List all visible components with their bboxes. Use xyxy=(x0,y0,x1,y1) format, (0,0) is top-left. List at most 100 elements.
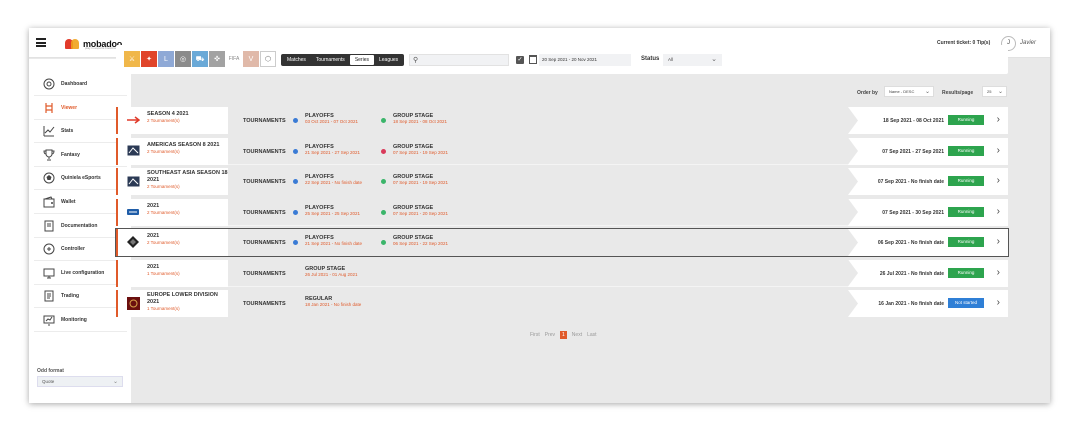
stage-1[interactable]: PLAYOFFS 03 Oct 2021 - 07 Oct 2021 xyxy=(305,113,358,125)
stage-2[interactable]: GROUP STAGE 07 Sep 2021 - 19 Sep 2021 xyxy=(393,144,448,156)
chevron-right-icon[interactable]: › xyxy=(997,236,1000,247)
series-row[interactable]: SOUTHEAST ASIA SEASON 18 2021 2 Tournamen… xyxy=(116,168,1008,195)
tournaments-band: TOURNAMENTS PLAYOFFS 21 Sep 2021 - No fini… xyxy=(228,229,858,256)
stage-2[interactable]: GROUP STAGE 07 Sep 2021 - 19 Sep 2021 xyxy=(393,174,448,186)
status-label: Status xyxy=(641,56,660,62)
stage-dot xyxy=(381,240,386,245)
stage-2[interactable]: GROUP STAGE 06 Sep 2021 - 22 Sep 2021 xyxy=(393,235,448,247)
sidebar-item-wallet[interactable]: Wallet xyxy=(34,191,127,214)
pager-prev[interactable]: Prev xyxy=(545,332,555,338)
tab-series[interactable]: Series xyxy=(349,55,374,65)
stage-2[interactable]: GROUP STAGE 07 Sep 2021 - 20 Sep 2021 xyxy=(393,205,448,217)
stage-1-dates: 22 Sep 2021 - No finish date xyxy=(305,180,363,185)
csgo-icon[interactable]: ✜ xyxy=(209,51,225,67)
stage-1[interactable]: PLAYOFFS 21 Sep 2021 - No finish date xyxy=(305,235,362,247)
stage-2-dates: 07 Sep 2021 - 19 Sep 2021 xyxy=(393,149,449,155)
sidebar-item-viewer[interactable]: Viewer xyxy=(34,97,127,120)
series-row[interactable]: 2021 2 Tournament(s) TOURNAMENTS PLAYOFFS 21… xyxy=(115,228,1009,257)
sidebar-item-documentation[interactable]: Documentation xyxy=(34,215,127,238)
starcraft-icon[interactable]: ✦ xyxy=(141,51,157,67)
stage-dot xyxy=(381,118,386,123)
sidebar-item-dashboard[interactable]: Dashboard xyxy=(34,73,127,96)
status-badge: Running xyxy=(948,237,984,247)
tournament-count[interactable]: 2 Tournament(s) xyxy=(147,210,229,216)
stage-1[interactable]: GROUP STAGE 26 Jul 2021 - 01 Aug 2021 xyxy=(305,266,358,278)
sidebar-item-stats[interactable]: Stats xyxy=(34,120,127,144)
series-row[interactable]: SEASON 4 2021 2 Tournament(s) TOURNAMENTS P… xyxy=(116,107,1008,134)
stage-1[interactable]: PLAYOFFS 25 Sep 2021 - 25 Sep 2021 xyxy=(305,205,360,217)
dashboard-icon xyxy=(43,78,55,90)
tournament-count[interactable]: 2 Tournament(s) xyxy=(147,184,229,190)
date-checkbox[interactable]: ✓ xyxy=(516,56,524,64)
username[interactable]: Javier xyxy=(1020,40,1036,46)
league-icon[interactable]: L xyxy=(158,51,174,67)
menu-icon[interactable] xyxy=(36,38,46,47)
fifa-icon[interactable]: FIFA xyxy=(226,51,242,67)
stage-2-dates: 07 Sep 2021 - 20 Sep 2021 xyxy=(393,210,449,216)
series-title: SEASON 4 2021 xyxy=(147,111,189,117)
sidebar-item-trading[interactable]: Trading xyxy=(34,285,127,309)
chevron-right-icon[interactable]: › xyxy=(997,267,1000,278)
stage-2-name: GROUP STAGE xyxy=(393,204,434,211)
pager-current[interactable]: 1 xyxy=(560,331,567,339)
tab-tournaments[interactable]: Tournaments xyxy=(311,55,350,65)
tab-leagues[interactable]: Leagues xyxy=(374,55,403,65)
sidebar-item-monitoring[interactable]: Monitoring xyxy=(34,309,127,332)
game-filter: ⚔ ✦ L ◎ ⛟ ✜ FIFA V ⬡ xyxy=(124,51,277,67)
series-dates: 18 Sep 2021 - 08 Oct 2021 xyxy=(883,118,944,124)
series-row[interactable]: 2021 1 Tournament(s) TOURNAMENTS GROUP STAG… xyxy=(116,259,1008,287)
stage-1[interactable]: PLAYOFFS 21 Sep 2021 - 27 Sep 2021 xyxy=(305,144,360,156)
series-row[interactable]: AMERICAS SEASON 8 2021 2 Tournament(s) TOU… xyxy=(116,137,1008,165)
valorant-icon[interactable]: V xyxy=(243,51,259,67)
tournament-count[interactable]: 1 Tournament(s) xyxy=(147,271,229,277)
sidebar-item-controller[interactable]: Controller xyxy=(34,238,127,262)
trading-icon xyxy=(43,290,55,302)
dota-icon[interactable]: ⚔ xyxy=(124,51,140,67)
tab-matches[interactable]: Matches xyxy=(282,55,311,65)
series-row[interactable]: 2021 2 Tournament(s) TOURNAMENTS PLAYOFFS 25… xyxy=(116,198,1008,226)
date-range-input[interactable]: 20 Sep 2021 - 20 Nov 2021 xyxy=(539,54,631,66)
series-title: EUROPE LOWER DIVISION 2021 xyxy=(147,292,218,305)
chevron-right-icon[interactable]: › xyxy=(997,297,1000,308)
pager-next[interactable]: Next xyxy=(572,332,582,338)
sidebar-item-label: Trading xyxy=(61,293,80,300)
stats-icon xyxy=(43,125,55,137)
search-input[interactable]: ⚲ xyxy=(409,54,509,66)
stage-1[interactable]: PLAYOFFS 22 Sep 2021 - No finish date xyxy=(305,174,362,186)
chevron-right-icon[interactable]: › xyxy=(997,175,1000,186)
stage-2-dates: 18 Sep 2021 - 08 Oct 2021 xyxy=(393,119,448,124)
odd-format-select[interactable]: Quote ⌄ xyxy=(37,376,123,387)
chevron-right-icon[interactable]: › xyxy=(997,206,1000,217)
rocket-league-icon[interactable]: ⛟ xyxy=(192,51,208,67)
view-tabs: Matches Tournaments Series Leagues xyxy=(281,54,405,66)
stage-1-dates: 21 Sep 2021 - 27 Sep 2021 xyxy=(305,149,361,155)
pager-first[interactable]: First xyxy=(530,332,540,338)
sidebar-item-live-configuration[interactable]: Live configuration xyxy=(34,262,127,285)
results-per-page-select[interactable]: 25 ⌄ xyxy=(982,86,1007,97)
chevron-down-icon: ⌄ xyxy=(997,89,1003,95)
calendar-icon[interactable] xyxy=(529,55,537,64)
chevron-right-icon[interactable]: › xyxy=(997,145,1000,156)
series-title: 2021 xyxy=(147,263,160,270)
pager-last[interactable]: Last xyxy=(587,332,596,338)
tournament-count[interactable]: 2 Tournament(s) xyxy=(147,240,229,246)
league-logo-icon xyxy=(126,296,140,310)
stage-dot xyxy=(293,209,298,215)
status-select[interactable]: All ⌄ xyxy=(663,54,722,66)
overwatch-icon[interactable]: ◎ xyxy=(175,51,191,67)
order-by-select[interactable]: Name - DESC ⌄ xyxy=(884,86,934,97)
r6-icon[interactable]: ⬡ xyxy=(260,51,276,67)
tournaments-band: TOURNAMENTS PLAYOFFS 25 Sep 2021 - 25 Sep … xyxy=(228,198,858,226)
tournament-count[interactable]: 1 Tournament(s) xyxy=(147,306,229,312)
chevron-right-icon[interactable]: › xyxy=(997,114,1000,125)
sidebar-item-quiniela-esports[interactable]: Quiniela eSports xyxy=(34,167,127,191)
series-title: 2021 xyxy=(147,202,160,209)
tournament-count[interactable]: 2 Tournament(s) xyxy=(147,149,229,155)
stage-1[interactable]: REGULAR 18 Jan 2021 - No finish date xyxy=(305,296,361,308)
tournament-count[interactable]: 2 Tournament(s) xyxy=(147,118,229,124)
sidebar-item-fantasy[interactable]: Fantasy xyxy=(34,144,127,167)
stage-2[interactable]: GROUP STAGE 18 Sep 2021 - 08 Oct 2021 xyxy=(393,113,447,125)
status-badge: Not started xyxy=(948,298,984,308)
series-row[interactable]: EUROPE LOWER DIVISION 2021 1 Tournament(s… xyxy=(116,290,1008,317)
status-badge: Running xyxy=(948,267,984,278)
